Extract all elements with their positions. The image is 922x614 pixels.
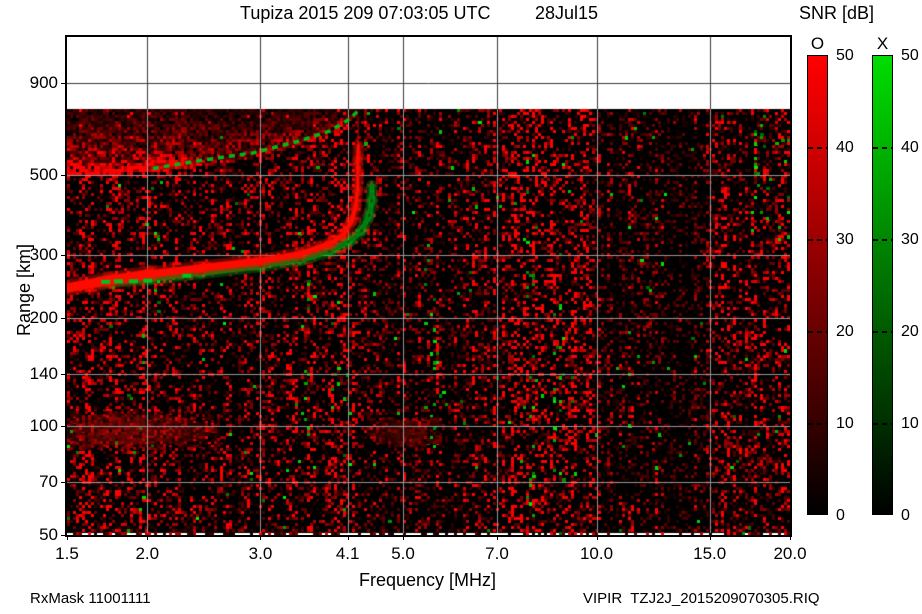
colorbar-tick-value: 0 (836, 507, 845, 524)
rxmask-text: RxMask 11001111 (30, 590, 151, 607)
colorbar-tick-value: 30 (836, 231, 854, 248)
y-tick-mark (61, 426, 66, 427)
x-tick-mark (67, 535, 68, 540)
colorbar-tick-value: 50 (836, 47, 854, 64)
y-tick-mark (61, 255, 66, 256)
x-tick-mark (790, 535, 791, 540)
colorbar-tick-value: 10 (836, 415, 854, 432)
colorbar-o (807, 55, 828, 515)
y-tick-mark (61, 482, 66, 483)
colorbar-tick-value: 40 (836, 139, 854, 156)
colorbar-tick-dash (808, 423, 827, 425)
colorbar-title: SNR [dB] (799, 3, 875, 23)
x-tick-mark (260, 535, 261, 540)
x-tick-label: 5.0 (391, 544, 415, 563)
y-tick-label: 900 (29, 72, 58, 92)
x-tick-mark (348, 535, 349, 540)
colorbar-tick-value: 50 (901, 47, 919, 64)
ionogram-view: Tupiza 2015 209 07:03:05 UTC 28Jul15 SNR… (0, 0, 922, 614)
x-tick-label: 7.0 (485, 544, 509, 563)
colorbar-tick-value: 20 (836, 323, 854, 340)
colorbar-tick-value: 30 (901, 231, 919, 248)
title-date: 28Jul15 (535, 3, 599, 23)
x-tick-mark (710, 535, 711, 540)
x-tick-label: 2.0 (135, 544, 160, 563)
ionogram-canvas (67, 37, 790, 535)
o-polarization-label: O (810, 34, 825, 53)
colorbar-tick-value: 40 (901, 139, 919, 156)
x-polarization-label: X (876, 34, 889, 53)
x-tick-label: 15.0 (693, 544, 727, 563)
x-tick-label: 3.0 (248, 544, 273, 563)
x-tick-mark (147, 535, 148, 540)
y-tick-mark (61, 318, 66, 319)
y-tick-label: 300 (29, 244, 58, 264)
colorbar-tick-dash (808, 331, 827, 333)
x-tick-label: 20.0 (773, 544, 807, 563)
colorbar-tick-dash (808, 239, 827, 241)
filename-text: VIPIR TZJ2J_2015209070305.RIQ (583, 590, 820, 607)
page-title: Tupiza 2015 209 07:03:05 UTC (240, 3, 491, 23)
y-tick-mark (61, 83, 66, 84)
y-tick-label: 70 (39, 472, 58, 492)
x-tick-mark (403, 535, 404, 540)
x-tick-mark (597, 535, 598, 540)
colorbar-tick-dash (873, 331, 892, 333)
y-tick-label: 500 (29, 164, 58, 184)
colorbar-tick-dash (873, 147, 892, 149)
x-tick-label: 4.1 (335, 544, 360, 563)
colorbar-tick-dash (873, 423, 892, 425)
x-tick-label: 10.0 (579, 544, 614, 563)
colorbar-x (872, 55, 893, 515)
y-tick-label: 50 (39, 525, 58, 544)
colorbar-tick-dash (873, 239, 892, 241)
colorbar-tick-value: 20 (901, 323, 919, 340)
x-tick-label: 1.5 (55, 544, 79, 563)
y-tick-mark (61, 175, 66, 176)
colorbar-tick-value: 10 (901, 415, 919, 432)
y-tick-label: 200 (29, 307, 58, 327)
y-tick-mark (61, 374, 66, 375)
x-tick-mark (497, 535, 498, 540)
x-axis-label: Frequency [MHz] (359, 570, 497, 590)
y-axis-label: Range [km] (14, 243, 34, 337)
colorbar-tick-value: 0 (901, 507, 910, 524)
colorbar-tick-dash (808, 147, 827, 149)
y-tick-label: 100 (29, 416, 58, 436)
y-tick-label: 140 (29, 363, 58, 383)
y-tick-mark (61, 535, 66, 536)
